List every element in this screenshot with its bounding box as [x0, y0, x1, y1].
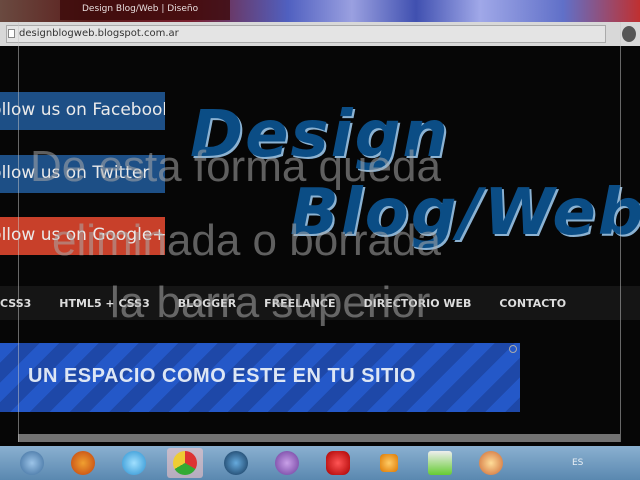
chart-icon [428, 451, 452, 475]
taskbar-chart-app[interactable] [422, 448, 458, 478]
purple-orb-icon [275, 451, 299, 475]
play-icon [380, 454, 398, 472]
firefox-icon [71, 451, 95, 475]
address-bar: designblogweb.blogspot.com.ar [0, 22, 640, 46]
facebook-label: Follow us on Facebook [0, 100, 165, 120]
internet-explorer-icon [122, 451, 146, 475]
nav-css3[interactable]: CSS3 [0, 297, 45, 310]
tab-title: Design Blog/Web | Diseño [82, 4, 199, 14]
ad-text: UN ESPACIO COMO ESTE EN TU SITIO [28, 365, 416, 387]
app-a-icon [224, 451, 248, 475]
overlay-caption-3: la barra superior [110, 278, 431, 327]
taskbar-film[interactable] [473, 448, 509, 478]
nav-contacto[interactable]: CONTACTO [485, 297, 580, 310]
taskbar: ES [0, 446, 640, 480]
url-text: designblogweb.blogspot.com.ar [19, 28, 179, 39]
start-button[interactable] [14, 448, 50, 478]
windows-start-icon [20, 451, 44, 475]
ad-info-icon[interactable] [509, 345, 517, 353]
browser-tab[interactable]: Design Blog/Web | Diseño [60, 0, 230, 20]
taskbar-media[interactable] [371, 448, 407, 478]
horizontal-scrollbar[interactable] [18, 434, 620, 442]
film-reel-icon [479, 451, 503, 475]
wrench-icon[interactable] [622, 26, 636, 42]
facebook-button[interactable]: Follow us on Facebook [0, 92, 165, 130]
overlay-caption-2: eliminada o borrada [52, 216, 441, 265]
divider [620, 22, 621, 442]
spade-icon [326, 451, 350, 475]
divider [18, 22, 19, 442]
overlay-caption-1: De esta forma queda [30, 142, 441, 191]
taskbar-app-purple[interactable] [269, 448, 305, 478]
system-tray: ES [550, 446, 640, 480]
language-indicator[interactable]: ES [572, 458, 583, 468]
chrome-icon [173, 451, 197, 475]
page-icon [8, 29, 15, 38]
taskbar-chrome[interactable] [167, 448, 203, 478]
ad-banner[interactable]: UN ESPACIO COMO ESTE EN TU SITIO [0, 343, 520, 412]
window-titlebar: Design Blog/Web | Diseño [0, 0, 640, 22]
taskbar-app-a[interactable] [218, 448, 254, 478]
taskbar-pokerstars[interactable] [320, 448, 356, 478]
url-input[interactable]: designblogweb.blogspot.com.ar [6, 25, 606, 43]
web-page: Follow us on Facebook Follow us on Twitt… [0, 46, 640, 442]
taskbar-firefox[interactable] [65, 448, 101, 478]
taskbar-ie[interactable] [116, 448, 152, 478]
